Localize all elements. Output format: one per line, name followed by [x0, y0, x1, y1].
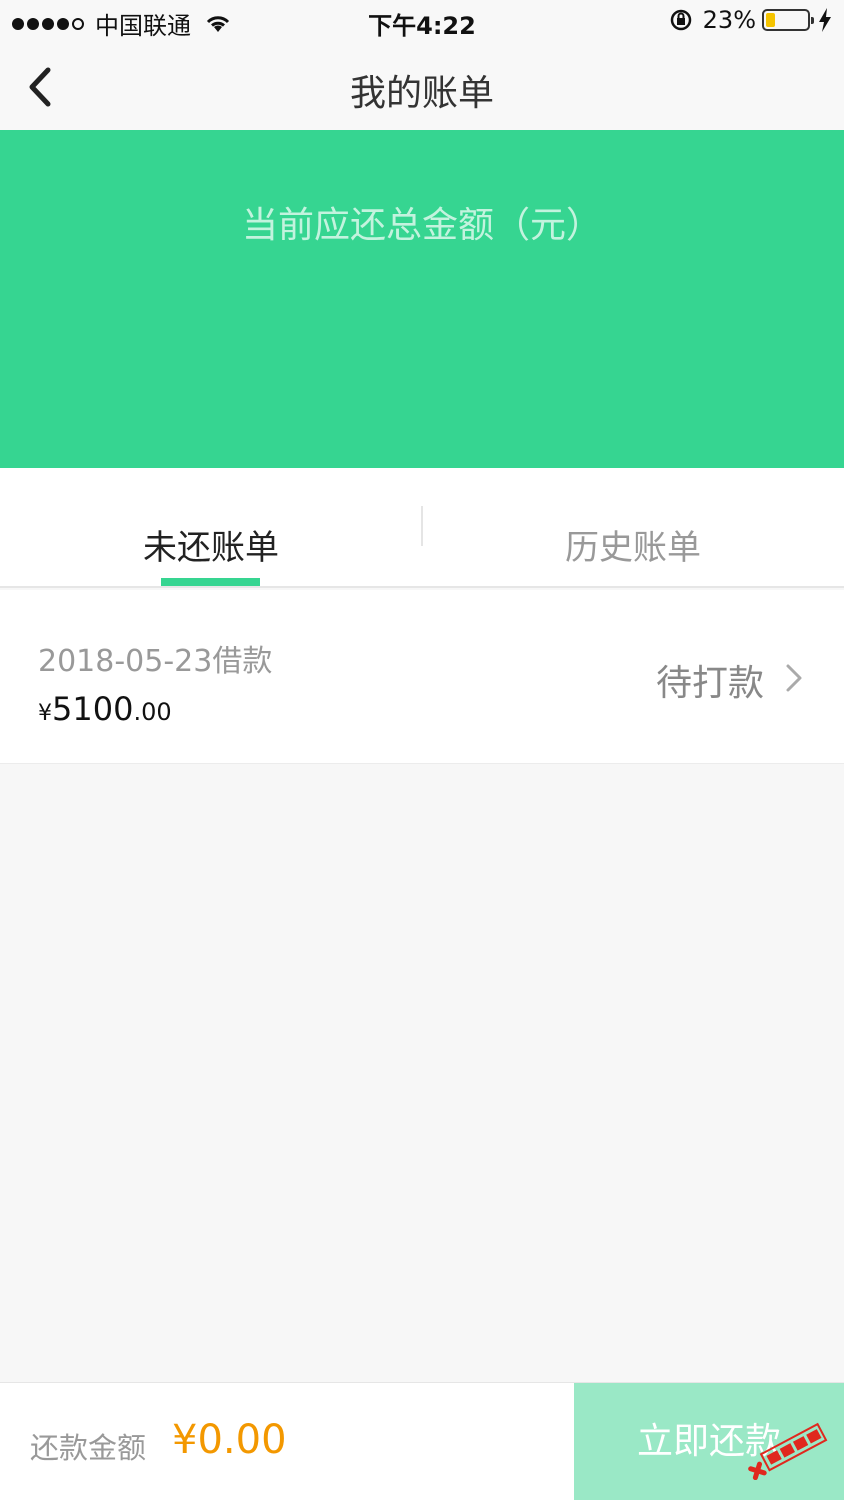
- tab-unpaid-bills[interactable]: 未还账单: [0, 468, 422, 586]
- repay-amount-label: 还款金额: [30, 1431, 147, 1465]
- status-right: 23%: [669, 6, 832, 34]
- bill-tabs: 未还账单 历史账单: [0, 468, 844, 588]
- rotation-lock-icon: [670, 9, 691, 31]
- forum-watermark-logo: [748, 1422, 828, 1480]
- battery-icon: [762, 9, 814, 31]
- nav-bar: 我的账单: [0, 44, 844, 130]
- page-title: 我的账单: [349, 73, 494, 114]
- bill-amount-currency: ¥: [38, 701, 52, 726]
- status-bar: 中国联通 下午4:22 23%: [0, 0, 844, 44]
- chevron-right-icon: [786, 664, 802, 692]
- tab-history-bills[interactable]: 历史账单: [422, 468, 844, 586]
- bill-amount: ¥5100.00: [38, 690, 172, 728]
- tab-label: 历史账单: [565, 528, 701, 568]
- active-tab-indicator: [161, 578, 260, 586]
- total-due-banner: 当前应还总金额（元）: [0, 130, 844, 468]
- tab-label: 未还账单: [143, 528, 279, 568]
- bill-date: 2018-05-23借款: [38, 644, 273, 679]
- bill-status: 待打款: [655, 663, 764, 704]
- total-due-label: 当前应还总金额（元）: [241, 205, 602, 246]
- battery-percent: 23%: [702, 6, 756, 34]
- charging-bolt-icon: [819, 8, 831, 32]
- repay-amount-value: ¥0.00: [172, 1417, 287, 1463]
- repay-bottom-bar: 还款金额 ¥0.00 立即还款: [0, 1382, 844, 1500]
- battery-level-fill: [766, 13, 776, 27]
- bill-amount-integer: 5100: [52, 690, 134, 728]
- bill-amount-decimal: .00: [133, 698, 172, 726]
- bill-list-item[interactable]: 2018-05-23借款 ¥5100.00 待打款: [0, 590, 844, 764]
